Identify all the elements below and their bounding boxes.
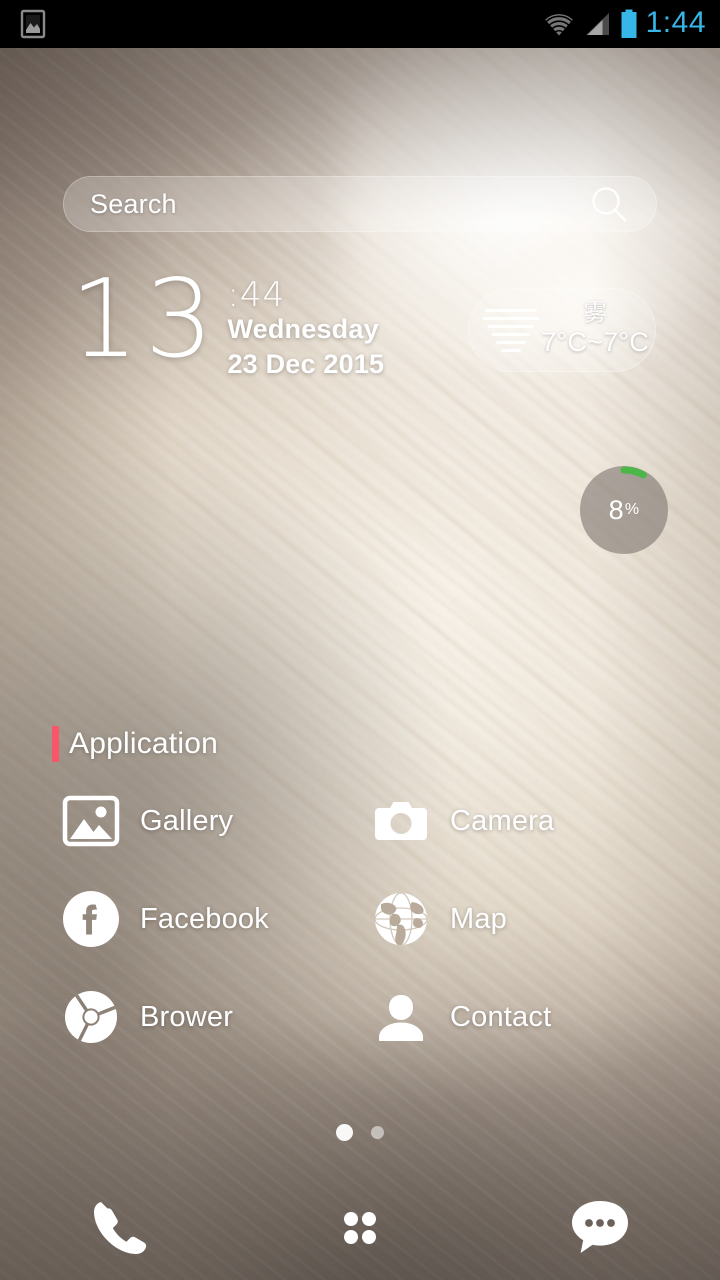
weather-temperature: 7°C~7°C: [541, 326, 649, 357]
app-item-facebook[interactable]: Facebook: [60, 888, 370, 950]
battery-percent-number: 8: [608, 494, 624, 525]
cellular-signal-icon: [584, 11, 612, 37]
dock-item-phone[interactable]: [0, 1192, 240, 1264]
application-section-header: Application: [52, 726, 218, 762]
dock: [0, 1176, 720, 1280]
app-label: Gallery: [140, 804, 234, 837]
app-item-brower[interactable]: Brower: [60, 986, 370, 1048]
application-grid: Gallery Camera Facebook Map Brower Conta…: [60, 790, 680, 1048]
status-bar[interactable]: 1:44: [0, 0, 720, 48]
search-icon[interactable]: [588, 183, 630, 225]
weather-condition: 雾: [583, 299, 607, 326]
clock-minute: :44: [227, 275, 286, 315]
globe-map-icon: [370, 888, 432, 950]
status-bar-clock: 1:44: [645, 6, 706, 39]
clock-weekday: Wednesday: [227, 314, 379, 344]
app-item-gallery[interactable]: Gallery: [60, 790, 370, 852]
fog-icon: [481, 308, 541, 352]
facebook-icon: [60, 888, 122, 950]
camera-icon: [370, 790, 432, 852]
page-indicator: [0, 1124, 720, 1141]
app-item-camera[interactable]: Camera: [370, 790, 680, 852]
clock-date: 23 Dec 2015: [227, 348, 385, 379]
battery-percent-value: 8%: [580, 466, 668, 554]
wifi-icon: [542, 11, 576, 37]
battery-ring-widget[interactable]: 8%: [580, 466, 668, 554]
search-bar[interactable]: Search: [63, 176, 657, 232]
app-item-contact[interactable]: Contact: [370, 986, 680, 1048]
wallpaper: [0, 48, 720, 1280]
section-title: Application: [69, 727, 218, 760]
app-label: Facebook: [140, 902, 269, 935]
app-label: Camera: [450, 804, 555, 837]
clock-hour: 13: [70, 257, 220, 382]
section-accent-bar: [52, 726, 59, 762]
battery-icon: [620, 9, 638, 39]
image-notification-icon: [18, 8, 48, 40]
page-dot-active[interactable]: [336, 1124, 353, 1141]
weather-widget[interactable]: 雾 7°C~7°C: [468, 288, 656, 372]
app-label: Map: [450, 902, 508, 935]
contact-person-icon: [370, 986, 432, 1048]
app-label: Contact: [450, 1000, 552, 1033]
search-input[interactable]: Search: [64, 189, 177, 220]
battery-percent-symbol: %: [624, 501, 640, 518]
gallery-icon: [60, 790, 122, 852]
app-item-map[interactable]: Map: [370, 888, 680, 950]
app-label: Brower: [140, 1000, 234, 1033]
dock-item-app-drawer[interactable]: [240, 1200, 480, 1256]
app-drawer-grid-icon[interactable]: [332, 1200, 388, 1256]
speech-bubble-icon[interactable]: [564, 1192, 636, 1264]
page-dot-inactive[interactable]: [371, 1126, 384, 1139]
clock-widget[interactable]: 13 :44 Wednesday 23 Dec 2015: [70, 257, 385, 382]
dock-item-messaging[interactable]: [480, 1192, 720, 1264]
home-screen: 1:44 Search 13 :44 Wednesday 23 Dec 2015…: [0, 0, 720, 1280]
phone-handset-icon[interactable]: [84, 1192, 156, 1264]
chrome-browser-icon: [60, 986, 122, 1048]
